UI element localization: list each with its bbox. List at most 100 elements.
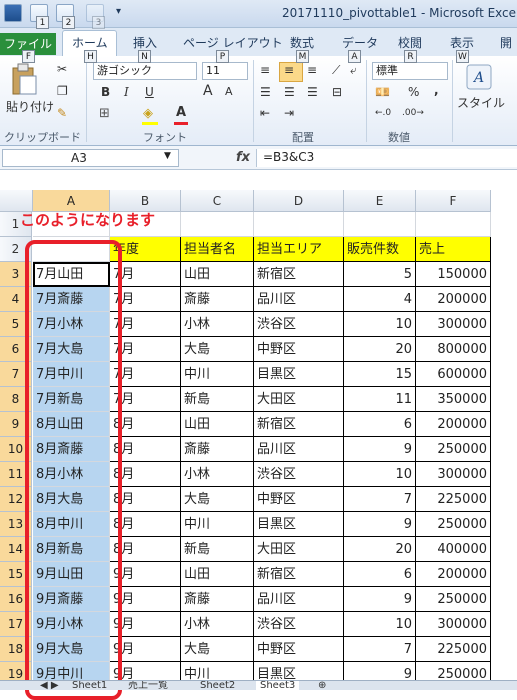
cell-c15[interactable]: 山田: [181, 562, 254, 587]
tab-formulas[interactable]: 数式: [290, 34, 314, 51]
align-center-icon[interactable]: ☰: [284, 85, 295, 99]
cell-e17[interactable]: 10: [344, 612, 416, 637]
cell-e9[interactable]: 6: [344, 412, 416, 437]
cell-f3[interactable]: 150000: [416, 262, 491, 287]
cell-c5[interactable]: 小林: [181, 312, 254, 337]
tab-review[interactable]: 校閲: [398, 34, 422, 51]
borders-icon[interactable]: ⊞: [99, 106, 110, 121]
sheet-tab-2[interactable]: 売上一覧: [128, 681, 168, 690]
orientation-icon[interactable]: ⟋: [332, 63, 340, 78]
cell-f1[interactable]: [416, 212, 491, 237]
font-name-select[interactable]: 游ゴシック: [93, 62, 197, 80]
cell-c11[interactable]: 小林: [181, 462, 254, 487]
cell-f12[interactable]: 225000: [416, 487, 491, 512]
copy-icon[interactable]: ❐: [57, 84, 68, 98]
cell-f15[interactable]: 200000: [416, 562, 491, 587]
sheet-tab-1[interactable]: Sheet1: [72, 681, 107, 690]
cell-c3[interactable]: 山田: [181, 262, 254, 287]
cell-c8[interactable]: 新島: [181, 387, 254, 412]
tab-insert[interactable]: 挿入: [133, 34, 157, 51]
cell-d10[interactable]: 品川区: [254, 437, 344, 462]
qat-customize-icon[interactable]: ▾: [116, 6, 121, 17]
insert-function-button[interactable]: fx: [236, 150, 250, 165]
column-header-d[interactable]: D: [254, 190, 344, 212]
excel-app-icon[interactable]: [4, 4, 22, 22]
cell-e3[interactable]: 5: [344, 262, 416, 287]
merge-center-icon[interactable]: ⊟: [332, 85, 342, 99]
cell-d4[interactable]: 品川区: [254, 287, 344, 312]
cell-e16[interactable]: 9: [344, 587, 416, 612]
cell-f10[interactable]: 250000: [416, 437, 491, 462]
cell-e6[interactable]: 20: [344, 337, 416, 362]
align-left-icon[interactable]: ☰: [260, 85, 271, 99]
cell-c18[interactable]: 大島: [181, 637, 254, 662]
align-middle-icon[interactable]: ≡: [284, 63, 294, 77]
name-box-dropdown-icon[interactable]: ▼: [164, 151, 171, 161]
sheet-tab-3[interactable]: Sheet2: [200, 681, 235, 690]
increase-indent-icon[interactable]: ⇥: [284, 106, 294, 120]
cell-d3[interactable]: 新宿区: [254, 262, 344, 287]
cell-d9[interactable]: 新宿区: [254, 412, 344, 437]
sheet-scroll-prev-icon[interactable]: ◀ ▶: [40, 681, 59, 690]
cell-e12[interactable]: 7: [344, 487, 416, 512]
decrease-decimal-icon[interactable]: .00→: [402, 108, 424, 118]
cell-d1[interactable]: [254, 212, 344, 237]
cell-d8[interactable]: 大田区: [254, 387, 344, 412]
cell-f8[interactable]: 350000: [416, 387, 491, 412]
paste-icon[interactable]: [10, 62, 38, 96]
column-header-c[interactable]: C: [181, 190, 254, 212]
cell-d14[interactable]: 大田区: [254, 537, 344, 562]
cell-f16[interactable]: 250000: [416, 587, 491, 612]
cell-f14[interactable]: 400000: [416, 537, 491, 562]
cell-f6[interactable]: 800000: [416, 337, 491, 362]
tab-developer[interactable]: 開: [500, 34, 512, 51]
percent-button[interactable]: %: [408, 85, 419, 99]
tab-view[interactable]: 表示: [450, 34, 474, 51]
align-top-icon[interactable]: ≡: [260, 63, 270, 77]
name-box[interactable]: A3: [2, 149, 179, 167]
cell-c17[interactable]: 小林: [181, 612, 254, 637]
cell-d15[interactable]: 新宿区: [254, 562, 344, 587]
cell-d12[interactable]: 中野区: [254, 487, 344, 512]
cell-c16[interactable]: 斎藤: [181, 587, 254, 612]
cell-f17[interactable]: 300000: [416, 612, 491, 637]
column-header-e[interactable]: E: [344, 190, 416, 212]
tab-page-layout[interactable]: ページ レイアウト: [183, 34, 283, 51]
cell-d13[interactable]: 目黒区: [254, 512, 344, 537]
cell-f11[interactable]: 300000: [416, 462, 491, 487]
cell-d7[interactable]: 目黒区: [254, 362, 344, 387]
cell-e1[interactable]: [344, 212, 416, 237]
cell-c9[interactable]: 山田: [181, 412, 254, 437]
cell-e14[interactable]: 20: [344, 537, 416, 562]
cut-icon[interactable]: ✂: [57, 62, 67, 76]
font-size-select[interactable]: 11: [202, 62, 248, 80]
font-color-icon[interactable]: A: [176, 105, 186, 120]
formula-input[interactable]: =B3&C3: [256, 149, 517, 167]
new-sheet-icon[interactable]: ⊕: [318, 681, 326, 690]
increase-decimal-icon[interactable]: ←.0: [375, 108, 391, 118]
tab-home[interactable]: ホーム: [72, 34, 108, 51]
cell-d17[interactable]: 渋谷区: [254, 612, 344, 637]
cell-e15[interactable]: 6: [344, 562, 416, 587]
wrap-text-icon[interactable]: ⤶: [350, 63, 357, 78]
cell-c14[interactable]: 新島: [181, 537, 254, 562]
cell-d2[interactable]: 担当エリア: [254, 237, 344, 262]
format-painter-icon[interactable]: ✎: [57, 106, 67, 120]
cell-d11[interactable]: 渋谷区: [254, 462, 344, 487]
cell-f13[interactable]: 250000: [416, 512, 491, 537]
cell-e11[interactable]: 10: [344, 462, 416, 487]
cell-e5[interactable]: 10: [344, 312, 416, 337]
cell-f18[interactable]: 225000: [416, 637, 491, 662]
column-header-f[interactable]: F: [416, 190, 491, 212]
cell-e8[interactable]: 11: [344, 387, 416, 412]
cell-c13[interactable]: 中川: [181, 512, 254, 537]
cell-c2[interactable]: 担当者名: [181, 237, 254, 262]
italic-button[interactable]: I: [124, 85, 129, 99]
grow-font-icon[interactable]: A: [203, 83, 213, 99]
cell-d6[interactable]: 中野区: [254, 337, 344, 362]
cell-e10[interactable]: 9: [344, 437, 416, 462]
styles-button[interactable]: スタイル: [457, 94, 505, 111]
align-right-icon[interactable]: ☰: [307, 85, 318, 99]
cell-f2[interactable]: 売上: [416, 237, 491, 262]
cell-d18[interactable]: 中野区: [254, 637, 344, 662]
